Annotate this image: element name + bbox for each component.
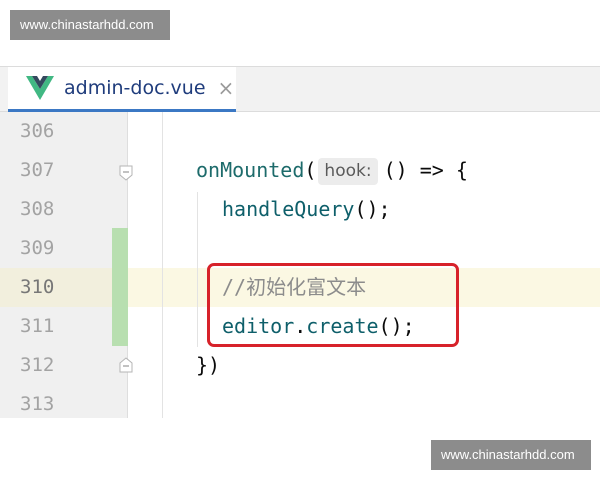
code-rest: () => { xyxy=(383,158,468,182)
vue-logo-icon xyxy=(26,76,54,100)
line-number: 306 xyxy=(20,120,55,142)
editor-tab[interactable]: admin-doc.vue × xyxy=(8,67,236,112)
line-number: 309 xyxy=(20,237,55,259)
line-number: 313 xyxy=(20,393,55,415)
highlight-box xyxy=(207,263,459,347)
line-number: 308 xyxy=(20,198,55,220)
code-line: 306 xyxy=(0,112,600,151)
code-line: 313 xyxy=(0,385,600,418)
code-editor: admin-doc.vue × 306 307 onMounted(hook:(… xyxy=(0,66,600,418)
code-line: 312 }) xyxy=(0,346,600,385)
line-number: 312 xyxy=(20,354,55,376)
code-line: 307 onMounted(hook:() => { xyxy=(0,151,600,190)
tab-close-icon[interactable]: × xyxy=(218,78,235,98)
editor-tab-bar: admin-doc.vue × xyxy=(0,66,600,112)
watermark-bottom: www.chinastarhdd.com xyxy=(431,440,591,470)
function-call: handleQuery xyxy=(222,197,355,221)
code-line: 308 handleQuery(); xyxy=(0,190,600,229)
code-text[interactable]: handleQuery(); xyxy=(222,190,391,229)
line-number: 311 xyxy=(20,315,55,337)
parameter-hint: hook: xyxy=(318,158,378,185)
line-number: 310 xyxy=(20,276,55,298)
tab-file-name: admin-doc.vue xyxy=(64,77,206,99)
code-text[interactable]: }) xyxy=(196,346,220,385)
code-paren: ( xyxy=(304,158,317,182)
function-name: onMounted xyxy=(196,158,305,182)
code-rest: (); xyxy=(354,197,391,221)
code-text[interactable]: onMounted(hook:() => { xyxy=(196,151,468,190)
watermark-top: www.chinastarhdd.com xyxy=(10,10,170,40)
line-number: 307 xyxy=(20,159,55,181)
